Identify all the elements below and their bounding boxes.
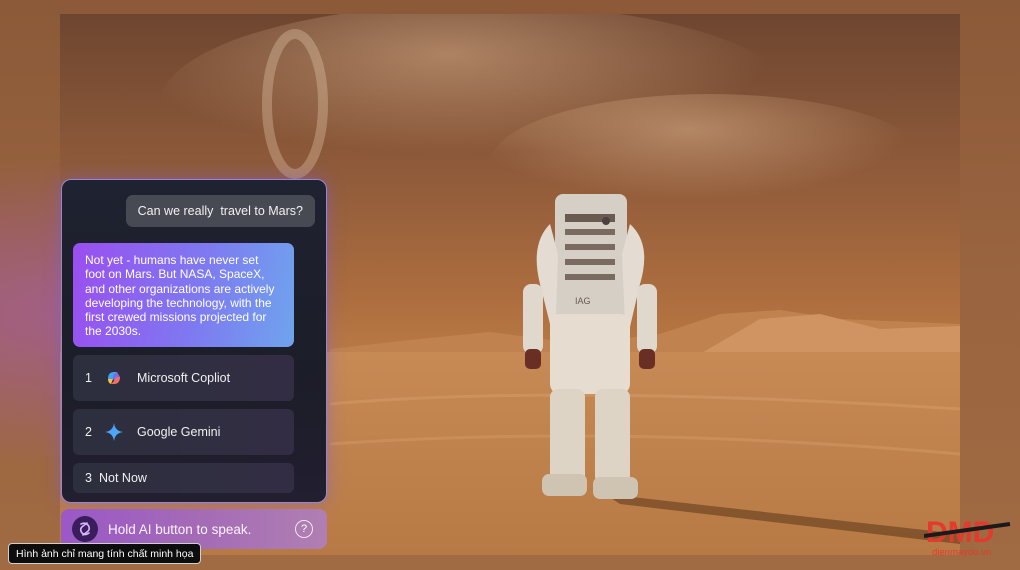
copilot-icon — [99, 368, 129, 388]
option-label: Microsoft Copliot — [137, 371, 231, 385]
option-microsoft-copilot[interactable]: 1 Microsoft Copliot — [73, 355, 294, 401]
option-google-gemini[interactable]: 2 Google Gemini — [73, 409, 294, 455]
illustration-caption: Hình ảnh chỉ mang tính chất minh họa — [8, 543, 202, 564]
option-number: 2 — [85, 425, 92, 439]
help-icon[interactable]: ? — [295, 520, 313, 538]
ai-assistant-panel: Can we really travel to Mars? Not yet - … — [61, 179, 327, 503]
option-label: Not Now — [99, 471, 147, 485]
suit-label: IAG — [575, 296, 591, 306]
option-number: 3 — [85, 471, 92, 485]
brand-site-text: dienmaydo.vn — [932, 547, 992, 558]
option-label: Google Gemini — [137, 425, 221, 439]
hold-ai-label: Hold AI button to speak. — [108, 521, 252, 537]
user-message-bubble: Can we really travel to Mars? — [125, 195, 315, 227]
ai-voice-icon — [72, 516, 98, 542]
ai-response-bubble: Not yet - humans have never set foot on … — [73, 243, 294, 347]
option-not-now[interactable]: 3 Not Now — [73, 463, 294, 493]
gemini-icon — [99, 422, 129, 442]
option-number: 1 — [85, 371, 92, 385]
